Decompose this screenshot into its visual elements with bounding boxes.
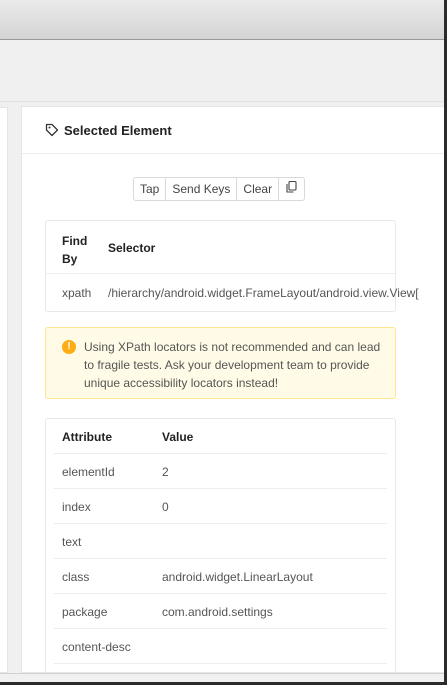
selector-table-header: Find By Selector [46, 221, 395, 274]
attribute-name: elementId [62, 465, 115, 479]
find-by-header-line2: By [62, 252, 78, 266]
warning-message: Using XPath locators is not recommended … [84, 340, 381, 390]
send-keys-button[interactable]: Send Keys [166, 178, 238, 200]
element-actions: Tap Send Keys Clear [133, 177, 306, 201]
copy-attributes-button[interactable] [279, 178, 304, 200]
xpath-warning: ! Using XPath locators is not recommende… [45, 327, 396, 399]
window-bottom-edge [0, 673, 447, 685]
panel-header: Selected Element [22, 107, 447, 154]
attribute-value: 2 [162, 465, 169, 479]
attribute-value: 0 [162, 500, 169, 514]
attribute-value: com.android.settings [162, 605, 273, 619]
table-row: content-desc [54, 629, 387, 664]
tag-icon [45, 123, 59, 137]
clear-button[interactable]: Clear [237, 178, 280, 200]
selector-table: Find By Selector xpath /hierarchy/androi… [45, 220, 419, 312]
selected-element-panel: Selected Element Tap Send Keys Clear Fin… [21, 106, 447, 673]
table-row: text [54, 524, 387, 559]
attribute-name: class [62, 570, 90, 584]
attribute-value: android.widget.LinearLayout [162, 570, 313, 584]
tap-button[interactable]: Tap [134, 178, 167, 200]
attribute-header: Attribute [62, 430, 112, 444]
attributes-table: Attribute Value elementId 2 index 0 text… [45, 418, 396, 672]
attributes-table-header: Attribute Value [54, 419, 387, 454]
attribute-name: index [62, 500, 91, 514]
app-toolbar [0, 40, 447, 102]
find-by-header-line1: Find [62, 234, 88, 248]
find-by-value: xpath [62, 286, 92, 300]
warning-icon: ! [62, 340, 76, 354]
value-header: Value [162, 430, 194, 444]
screenshot-panel-edge [0, 107, 8, 673]
copy-icon [286, 178, 297, 200]
selector-value[interactable]: /hierarchy/android.widget.FrameLayout/an… [108, 286, 419, 300]
selector-header: Selector [108, 241, 156, 255]
table-row: elementId 2 [54, 454, 387, 489]
table-row: index 0 [54, 489, 387, 524]
attribute-name: text [62, 535, 82, 549]
panel-title: Selected Element [64, 122, 172, 138]
find-by-header: Find By [62, 232, 102, 268]
attribute-name: package [62, 605, 108, 619]
window-titlebar [0, 0, 447, 40]
attribute-name: content-desc [62, 640, 131, 654]
table-row: package com.android.settings [54, 594, 387, 629]
table-row: class android.widget.LinearLayout [54, 559, 387, 594]
